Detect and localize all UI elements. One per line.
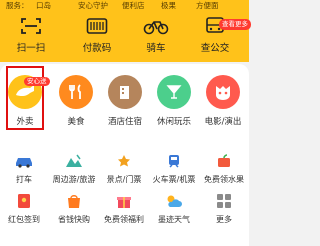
weather-icon xyxy=(163,192,185,210)
save-shopping-button[interactable]: 省钱快购 xyxy=(50,192,98,225)
pay-code-button[interactable]: 付款码 xyxy=(73,16,121,56)
car-icon xyxy=(13,152,35,170)
bike-button[interactable]: 骑车 xyxy=(132,16,180,56)
bike-label: 骑车 xyxy=(146,43,166,54)
scan-button[interactable]: 扫一扫 xyxy=(7,16,55,56)
taxi-label: 打车 xyxy=(16,175,32,184)
food-label: 美食 xyxy=(67,117,85,127)
free-benefits-label: 免费领福利 xyxy=(104,215,144,224)
more-label: 更多 xyxy=(216,215,232,224)
weather-label: 墨迹天气 xyxy=(158,215,190,224)
train-button[interactable]: 火车票/机票 xyxy=(150,152,198,185)
shopping-icon xyxy=(63,192,85,210)
ticket-button[interactable]: 景点/门票 xyxy=(100,152,148,185)
weather-button[interactable]: 墨迹天气 xyxy=(150,192,198,225)
more-button[interactable]: 更多 xyxy=(200,192,248,225)
red-packet-button[interactable]: 红包签到 xyxy=(0,192,48,225)
fruit-icon xyxy=(213,152,235,170)
chip[interactable]: 方便面 xyxy=(196,0,219,12)
more-icon xyxy=(213,192,235,210)
leisure-button[interactable]: 休闲玩乐 xyxy=(151,75,197,127)
service-chip-row: 服务： 口岛 安心守护 便利店 极果 方便面 xyxy=(0,0,249,12)
service-panel: 外卖 安心送 美食 酒店住宿 休闲玩乐 电影/演出 打车 周边游/旅游 景点/门… xyxy=(0,64,249,246)
scan-label: 扫一扫 xyxy=(16,43,46,54)
scan-icon xyxy=(17,16,45,36)
bus-label: 查公交 xyxy=(200,43,230,54)
food-icon xyxy=(59,75,93,109)
movie-icon xyxy=(206,75,240,109)
hotel-icon xyxy=(108,75,142,109)
chip[interactable]: 服务： xyxy=(6,0,29,12)
cocktail-icon xyxy=(157,75,191,109)
travel-icon xyxy=(63,152,85,170)
taxi-button[interactable]: 打车 xyxy=(0,152,48,185)
chip[interactable]: 极果 xyxy=(161,0,176,12)
chip[interactable]: 安心守护 xyxy=(78,0,108,12)
top-header: 服务： 口岛 安心守护 便利店 极果 方便面 扫一扫 付款码 骑车 查公交 查看… xyxy=(0,0,251,62)
hotel-label: 酒店住宿 xyxy=(107,117,142,127)
chip[interactable]: 口岛 xyxy=(36,0,51,12)
bike-icon xyxy=(142,16,170,36)
free-benefits-button[interactable]: 免费领福利 xyxy=(100,192,148,225)
train-label: 火车票/机票 xyxy=(152,175,196,184)
ticket-icon xyxy=(113,152,135,170)
train-icon xyxy=(163,152,185,170)
free-fruit-label: 免费领水果 xyxy=(204,175,244,184)
chip[interactable]: 便利店 xyxy=(122,0,145,12)
pay-code-label: 付款码 xyxy=(82,43,112,54)
takeaway-badge: 安心送 xyxy=(24,77,50,86)
free-fruit-button[interactable]: 免费领水果 xyxy=(200,152,248,185)
movie-button[interactable]: 电影/演出 xyxy=(200,75,246,127)
red-packet-label: 红包签到 xyxy=(8,215,40,224)
red-packet-icon xyxy=(13,192,35,210)
travel-label: 周边游/旅游 xyxy=(52,175,96,184)
hotel-button[interactable]: 酒店住宿 xyxy=(102,75,148,127)
travel-button[interactable]: 周边游/旅游 xyxy=(50,152,98,185)
gift-icon xyxy=(113,192,135,210)
takeaway-label: 外卖 xyxy=(16,117,34,127)
movie-label: 电影/演出 xyxy=(204,117,242,127)
save-shopping-label: 省钱快购 xyxy=(58,215,90,224)
food-button[interactable]: 美食 xyxy=(53,75,99,127)
barcode-icon xyxy=(83,16,111,36)
ticket-label: 景点/门票 xyxy=(106,175,142,184)
bus-badge: 查看更多 xyxy=(219,19,251,30)
leisure-label: 休闲玩乐 xyxy=(156,117,191,127)
